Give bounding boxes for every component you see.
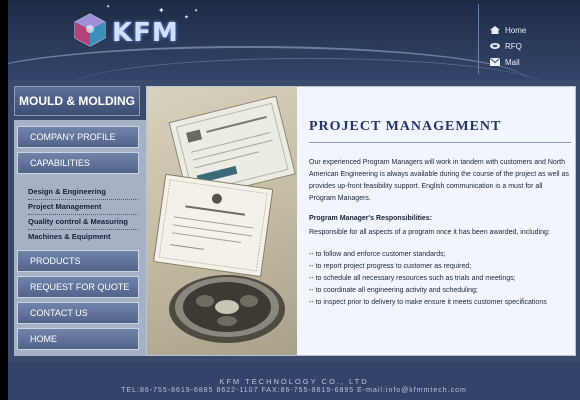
divider <box>309 142 571 143</box>
sidebar-subitem-quality-control[interactable]: Quality control & Measuring <box>28 214 144 229</box>
page-frame: ✦ ✦ ✦ ✦ KFM Home RFQ Mail MOULD & MOLDIN… <box>8 0 580 400</box>
sidebar-item-request-for-quote[interactable]: REQUEST FOR QUOTE <box>17 276 139 298</box>
sidebar-title: MOULD & MOLDING <box>14 86 140 116</box>
sidebar-subitem-machines-equipment[interactable]: Machines & Equipment <box>28 229 144 244</box>
responsibilities-list: -- to follow and enforce customer standa… <box>309 249 571 309</box>
nav-mail-label: Mail <box>505 57 520 67</box>
header: ✦ ✦ ✦ ✦ KFM Home RFQ Mail <box>8 0 580 80</box>
main-panel: PROJECT MANAGEMENT Our experienced Progr… <box>146 86 576 356</box>
sidebar-item-company-profile[interactable]: COMPANY PROFILE <box>17 126 139 148</box>
sidebar: COMPANY PROFILE CAPABILITIES Design & En… <box>14 120 146 356</box>
list-item: -- to coordinate all engineering activit… <box>309 287 478 294</box>
home-icon <box>490 26 500 34</box>
sidebar-item-products[interactable]: PRODUCTS <box>17 250 139 272</box>
mail-icon <box>490 58 500 66</box>
divider <box>478 4 479 74</box>
nav-rfq-link[interactable]: RFQ <box>490 38 580 54</box>
nav-home-label: Home <box>505 25 527 35</box>
footer-contact-info: TEL:86-755-8619-6885 8622-1107 FAX:86-75… <box>121 387 467 394</box>
certificates-image <box>153 95 296 343</box>
page-title: PROJECT MANAGEMENT <box>309 119 502 134</box>
nav-mail-link[interactable]: Mail <box>490 54 580 70</box>
intro-paragraph: Our experienced Program Managers will wo… <box>309 159 569 202</box>
nav-home-link[interactable]: Home <box>490 22 580 38</box>
sidebar-item-contact-us[interactable]: CONTACT US <box>17 302 139 324</box>
list-item: -- to schedule all necessary resources s… <box>309 275 516 282</box>
star-decoration: ✦ <box>194 8 199 14</box>
logo-text: KFM <box>112 18 179 48</box>
footer-company-name: KFM TECHNOLOGY CO., LTD <box>219 377 369 386</box>
top-nav: Home RFQ Mail <box>490 22 580 70</box>
certificates-film-photo <box>147 87 297 355</box>
sidebar-subitem-project-management[interactable]: Project Management <box>28 199 144 214</box>
sidebar-subitem-design-engineering[interactable]: Design & Engineering <box>28 184 144 199</box>
responsibilities-lead: Responsible for all aspects of a program… <box>309 229 550 236</box>
content-area: PROJECT MANAGEMENT Our experienced Progr… <box>297 87 575 355</box>
list-item: -- to follow and enforce customer standa… <box>309 251 446 258</box>
responsibilities-heading: Program Manager's Responsibilities: <box>309 215 433 222</box>
sidebar-item-capabilities[interactable]: CAPABILITIES <box>17 152 139 174</box>
logo-cube-icon <box>74 13 106 47</box>
logo[interactable]: KFM <box>72 12 192 52</box>
sidebar-item-home[interactable]: HOME <box>17 328 139 350</box>
nav-rfq-label: RFQ <box>505 41 522 51</box>
list-item: -- to inspect prior to delivery to make … <box>309 299 547 306</box>
list-item: -- to report project progress to custome… <box>309 263 472 270</box>
star-decoration: ✦ <box>106 4 111 10</box>
rfq-icon <box>490 43 500 49</box>
